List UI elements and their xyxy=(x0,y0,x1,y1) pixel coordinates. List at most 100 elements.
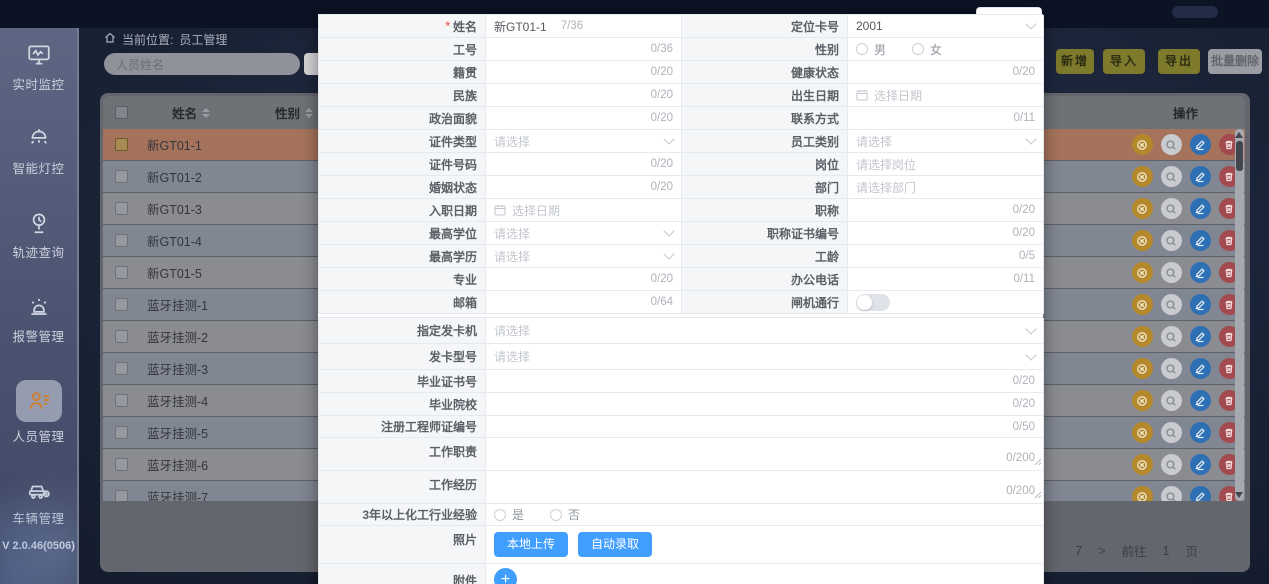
edit-button[interactable] xyxy=(1190,294,1211,315)
field-input-工作经历[interactable]: 0/200 xyxy=(486,471,1044,504)
row-checkbox[interactable] xyxy=(115,266,128,279)
scroll-up-arrow-icon[interactable] xyxy=(1235,132,1243,138)
sidebar-item-人员管理[interactable]: 人员管理 xyxy=(0,380,77,445)
sidebar-item-车辆管理[interactable]: 车辆管理 xyxy=(0,474,77,527)
field-input-职称证书编号[interactable]: 0/20 xyxy=(848,222,1044,245)
goto-page-input[interactable]: 1 xyxy=(1163,544,1170,558)
view-button[interactable] xyxy=(1161,262,1182,283)
write-card-button[interactable] xyxy=(1132,326,1153,347)
view-button[interactable] xyxy=(1161,486,1182,501)
field-input-定位卡号[interactable]: 2001 xyxy=(848,15,1044,38)
field-input-闸机通行[interactable] xyxy=(848,291,1044,314)
field-input-发卡型号[interactable]: 请选择 xyxy=(486,344,1044,370)
photo-button-自动录取[interactable]: 自动录取 xyxy=(578,532,652,557)
edit-button[interactable] xyxy=(1190,454,1211,475)
edit-button[interactable] xyxy=(1190,486,1211,501)
field-input-婚姻状态[interactable]: 0/20 xyxy=(486,176,682,199)
field-input-照片[interactable]: 本地上传自动录取 xyxy=(486,526,1044,564)
field-input-注册工程师证编号[interactable]: 0/50 xyxy=(486,416,1044,438)
write-card-button[interactable] xyxy=(1132,486,1153,501)
field-input-健康状态[interactable]: 0/20 xyxy=(848,61,1044,84)
radio-circle-icon[interactable] xyxy=(550,509,562,521)
radio-option-女[interactable]: 女 xyxy=(912,41,942,58)
field-input-3年以上化工行业经验[interactable]: 是否 xyxy=(486,504,1044,526)
view-button[interactable] xyxy=(1161,166,1182,187)
edit-button[interactable] xyxy=(1190,326,1211,347)
view-button[interactable] xyxy=(1161,390,1182,411)
add-attachment-button[interactable]: + xyxy=(494,568,517,584)
row-checkbox[interactable] xyxy=(115,330,128,343)
header-user-widget[interactable] xyxy=(1172,6,1218,18)
edit-button[interactable] xyxy=(1190,198,1211,219)
field-input-最高学历[interactable]: 请选择 xyxy=(486,245,682,268)
view-button[interactable] xyxy=(1161,134,1182,155)
row-checkbox[interactable] xyxy=(115,202,128,215)
field-input-办公电话[interactable]: 0/11 xyxy=(848,268,1044,291)
next-page-button[interactable]: > xyxy=(1098,544,1105,558)
edit-button[interactable] xyxy=(1190,134,1211,155)
field-input-部门[interactable]: 请选择部门 xyxy=(848,176,1044,199)
resize-handle-icon[interactable] xyxy=(1034,455,1042,469)
row-checkbox-cell[interactable] xyxy=(103,170,139,183)
write-card-button[interactable] xyxy=(1132,294,1153,315)
row-checkbox-cell[interactable] xyxy=(103,330,139,343)
field-input-邮箱[interactable]: 0/64 xyxy=(486,291,682,314)
view-button[interactable] xyxy=(1161,198,1182,219)
write-card-button[interactable] xyxy=(1132,134,1153,155)
row-checkbox[interactable] xyxy=(115,394,128,407)
column-header-name[interactable]: 姓名 xyxy=(139,103,243,122)
radio-circle-icon[interactable] xyxy=(912,43,924,55)
batch-delete-button[interactable]: 批量删除 xyxy=(1208,49,1262,74)
sort-carets-icon[interactable] xyxy=(305,108,313,118)
radio-option-否[interactable]: 否 xyxy=(550,506,580,523)
write-card-button[interactable] xyxy=(1132,390,1153,411)
field-input-政治面貌[interactable]: 0/20 xyxy=(486,107,682,130)
row-checkbox-cell[interactable] xyxy=(103,394,139,407)
view-button[interactable] xyxy=(1161,454,1182,475)
row-checkbox-cell[interactable] xyxy=(103,298,139,311)
sidebar-item-报警管理[interactable]: 报警管理 xyxy=(0,292,77,345)
sidebar-item-实时监控[interactable]: 实时监控 xyxy=(0,40,77,93)
field-input-工号[interactable]: 0/36 xyxy=(486,38,682,61)
field-input-工作职责[interactable]: 0/200 xyxy=(486,438,1044,471)
row-checkbox-cell[interactable] xyxy=(103,362,139,375)
field-input-岗位[interactable]: 请选择岗位 xyxy=(848,153,1044,176)
write-card-button[interactable] xyxy=(1132,422,1153,443)
field-input-员工类别[interactable]: 请选择 xyxy=(848,130,1044,153)
field-input-出生日期[interactable]: 选择日期 xyxy=(848,84,1044,107)
radio-circle-icon[interactable] xyxy=(856,43,868,55)
view-button[interactable] xyxy=(1161,422,1182,443)
row-checkbox[interactable] xyxy=(115,298,128,311)
row-checkbox-cell[interactable] xyxy=(103,234,139,247)
import-button[interactable]: 导入 xyxy=(1103,49,1145,74)
view-button[interactable] xyxy=(1161,230,1182,251)
table-scrollbar[interactable] xyxy=(1235,129,1244,501)
field-input-性别[interactable]: 男女 xyxy=(848,38,1044,61)
edit-button[interactable] xyxy=(1190,262,1211,283)
row-checkbox[interactable] xyxy=(115,458,128,471)
radio-circle-icon[interactable] xyxy=(494,509,506,521)
row-checkbox-cell[interactable] xyxy=(103,426,139,439)
edit-button[interactable] xyxy=(1190,390,1211,411)
row-checkbox-cell[interactable] xyxy=(103,202,139,215)
field-input-最高学位[interactable]: 请选择 xyxy=(486,222,682,245)
row-checkbox[interactable] xyxy=(115,490,128,501)
row-checkbox[interactable] xyxy=(115,362,128,375)
row-checkbox-cell[interactable] xyxy=(103,458,139,471)
write-card-button[interactable] xyxy=(1132,358,1153,379)
row-checkbox[interactable] xyxy=(115,138,128,151)
export-button[interactable]: 导出 xyxy=(1158,49,1200,74)
field-input-毕业证书号[interactable]: 0/20 xyxy=(486,370,1044,393)
field-input-职称[interactable]: 0/20 xyxy=(848,199,1044,222)
select-all-checkbox-cell[interactable] xyxy=(103,106,139,119)
write-card-button[interactable] xyxy=(1132,166,1153,187)
edit-button[interactable] xyxy=(1190,422,1211,443)
select-all-checkbox[interactable] xyxy=(115,106,128,119)
row-checkbox[interactable] xyxy=(115,170,128,183)
field-input-入职日期[interactable]: 选择日期 xyxy=(486,199,682,222)
write-card-button[interactable] xyxy=(1132,198,1153,219)
field-input-附件[interactable]: + xyxy=(486,564,1044,584)
sidebar-item-轨迹查询[interactable]: 轨迹查询 xyxy=(0,208,77,261)
search-input[interactable]: 人员姓名 xyxy=(104,53,300,75)
view-button[interactable] xyxy=(1161,326,1182,347)
